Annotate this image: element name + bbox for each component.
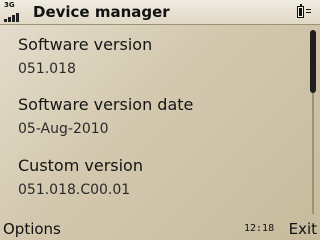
item-label: Software version date	[18, 95, 194, 114]
scrollbar[interactable]	[309, 30, 317, 214]
signal-strength-icon: 3G	[4, 2, 26, 22]
options-softkey[interactable]: Options	[3, 220, 61, 238]
item-label: Custom version	[18, 156, 143, 175]
softkey-bar: Options 12:18 Exit	[0, 217, 320, 240]
battery-level-tick	[306, 12, 311, 13]
item-value: 051.018	[18, 61, 76, 77]
clock: 12:18	[244, 223, 275, 234]
list-item-software-version-date[interactable]: Software version date 05-Aug-2010	[18, 95, 308, 138]
item-value: 051.018.C00.01	[18, 182, 131, 198]
item-value: 05-Aug-2010	[18, 121, 109, 137]
exit-softkey[interactable]: Exit	[289, 220, 317, 238]
scrollbar-thumb[interactable]	[310, 30, 316, 93]
network-type-label: 3G	[4, 1, 15, 9]
list-item-software-version[interactable]: Software version 051.018	[18, 35, 308, 78]
page-title: Device manager	[33, 3, 170, 21]
battery-level-tick	[306, 9, 311, 10]
item-label: Software version	[18, 35, 153, 54]
battery-icon	[297, 4, 304, 18]
list-item-custom-version[interactable]: Custom version 051.018.C00.01	[18, 156, 308, 199]
title-bar: 3G Device manager	[0, 0, 320, 25]
